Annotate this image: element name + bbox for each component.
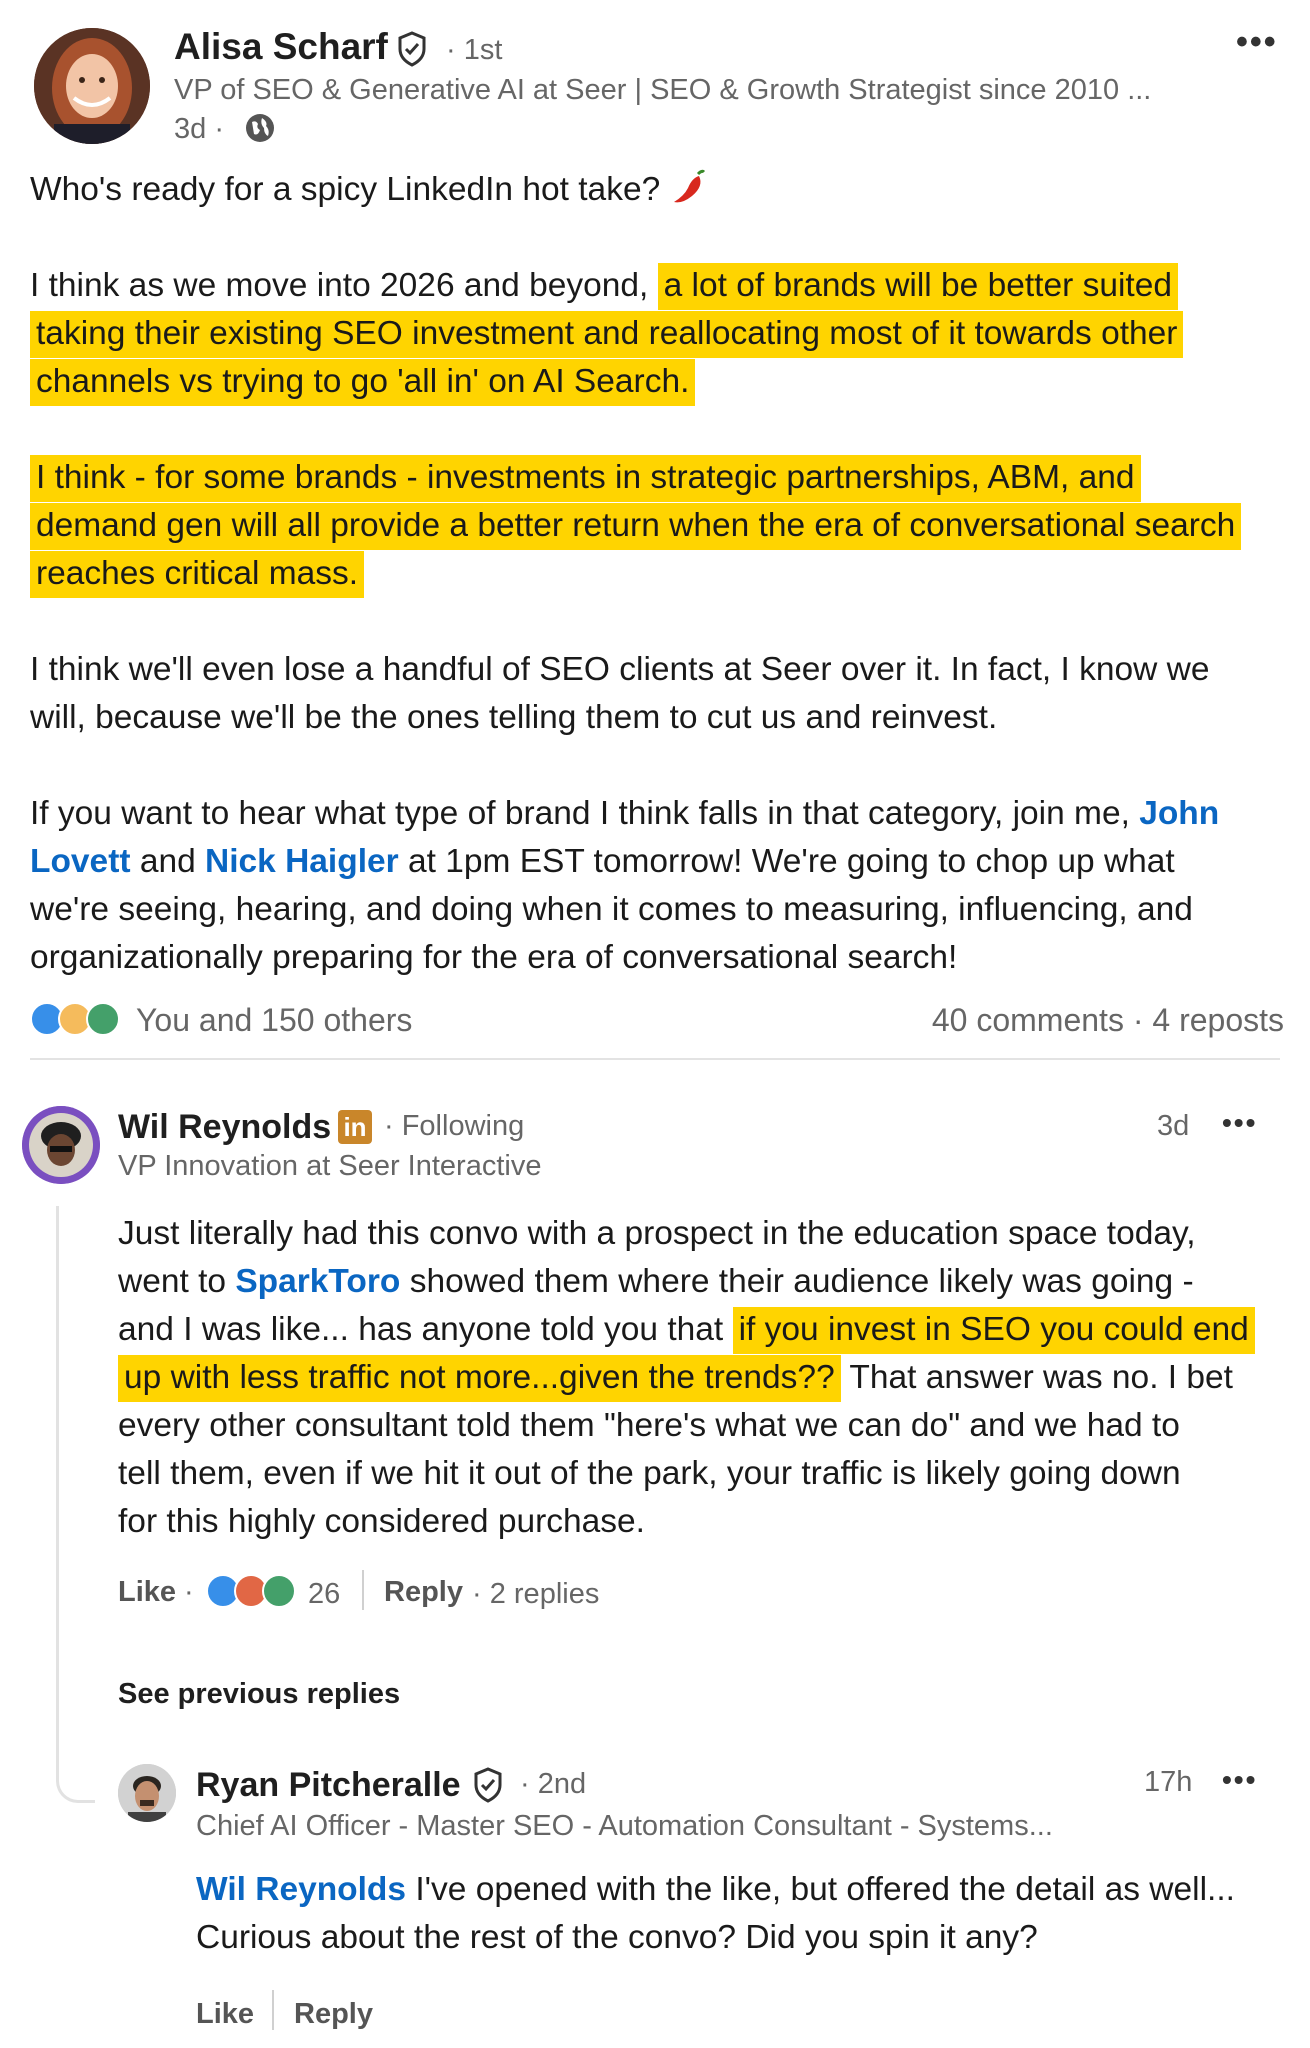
see-previous-replies-button[interactable]: See previous replies bbox=[118, 1678, 400, 1711]
verified-icon bbox=[474, 1767, 502, 1803]
mention-nick-haigler[interactable]: Nick Haigler bbox=[205, 843, 399, 880]
reply-text: Wil Reynolds I've opened with the like, … bbox=[196, 1871, 1235, 1956]
commenter-avatar[interactable] bbox=[22, 1106, 100, 1184]
reaction-icons[interactable] bbox=[30, 1002, 126, 1038]
reactions-summary[interactable]: You and 150 others bbox=[136, 1002, 412, 1039]
reply-time: 17h bbox=[1144, 1766, 1193, 1798]
support-reaction-icon bbox=[262, 1574, 296, 1608]
thread-line bbox=[56, 1206, 95, 1803]
comment-time: 3d bbox=[1157, 1110, 1190, 1142]
linkedin-badge-icon: in bbox=[338, 1110, 372, 1144]
author-avatar-image bbox=[34, 28, 150, 144]
comment-actions-dot: · bbox=[184, 1576, 194, 1608]
commenter-name[interactable]: Wil Reynolds bbox=[118, 1108, 331, 1147]
mention-john-lovett[interactable]: John bbox=[1139, 795, 1219, 832]
support-reaction-icon bbox=[86, 1002, 120, 1036]
comment-reply-button[interactable]: Reply bbox=[384, 1576, 463, 1609]
post-more-options-icon[interactable]: ••• bbox=[1236, 25, 1278, 59]
replier-avatar[interactable] bbox=[118, 1764, 176, 1822]
mention-wil-reynolds[interactable]: Wil Reynolds bbox=[196, 1871, 406, 1908]
action-separator bbox=[362, 1570, 364, 1610]
author-avatar[interactable] bbox=[34, 28, 150, 144]
verified-icon bbox=[398, 31, 426, 67]
connection-degree: · 1st bbox=[446, 34, 503, 66]
globe-icon bbox=[246, 114, 274, 142]
divider bbox=[30, 1058, 1280, 1060]
comment-reaction-icons[interactable] bbox=[206, 1574, 302, 1610]
post-intro: Who's ready for a spicy LinkedIn hot tak… bbox=[30, 166, 708, 214]
mention-john-lovett-2[interactable]: Lovett bbox=[30, 843, 131, 880]
post-time: 3d · bbox=[174, 113, 224, 145]
comment-replies-count[interactable]: · 2 replies bbox=[472, 1578, 599, 1611]
post-paragraph-3: I think - for some brands - investments … bbox=[30, 454, 1300, 598]
post-paragraph-5: If you want to hear what type of brand I… bbox=[30, 795, 1220, 976]
author-name[interactable]: Alisa Scharf bbox=[174, 26, 388, 68]
reply-like-button[interactable]: Like bbox=[196, 1998, 254, 2031]
commenter-headline: VP Innovation at Seer Interactive bbox=[118, 1150, 542, 1182]
comment-like-button[interactable]: Like bbox=[118, 1576, 176, 1609]
follow-status: · Following bbox=[384, 1110, 525, 1142]
replier-connection: · 2nd bbox=[520, 1768, 587, 1800]
post-paragraph-4: I think we'll even lose a handful of SEO… bbox=[30, 651, 1210, 736]
chili-pepper-icon bbox=[673, 169, 705, 203]
action-separator bbox=[272, 1990, 274, 2030]
replier-headline: Chief AI Officer - Master SEO - Automati… bbox=[196, 1810, 1053, 1842]
commenter-avatar-image bbox=[22, 1106, 100, 1184]
reply-more-options-icon[interactable]: ••• bbox=[1222, 1766, 1257, 1794]
replier-name[interactable]: Ryan Pitcheralle bbox=[196, 1766, 461, 1805]
reply-reply-button[interactable]: Reply bbox=[294, 1998, 373, 2031]
author-headline: VP of SEO & Generative AI at Seer | SEO … bbox=[174, 74, 1152, 106]
comment-more-options-icon[interactable]: ••• bbox=[1222, 1109, 1257, 1137]
post-stats[interactable]: 40 comments · 4 reposts bbox=[932, 1002, 1284, 1039]
comment-reaction-count: 26 bbox=[308, 1578, 341, 1610]
post-paragraph-2: I think as we move into 2026 and beyond,… bbox=[30, 262, 1280, 406]
comment-text: Just literally had this convo with a pro… bbox=[118, 1210, 1298, 1546]
mention-sparktoro[interactable]: SparkToro bbox=[235, 1263, 400, 1300]
replier-avatar-image bbox=[118, 1764, 176, 1822]
